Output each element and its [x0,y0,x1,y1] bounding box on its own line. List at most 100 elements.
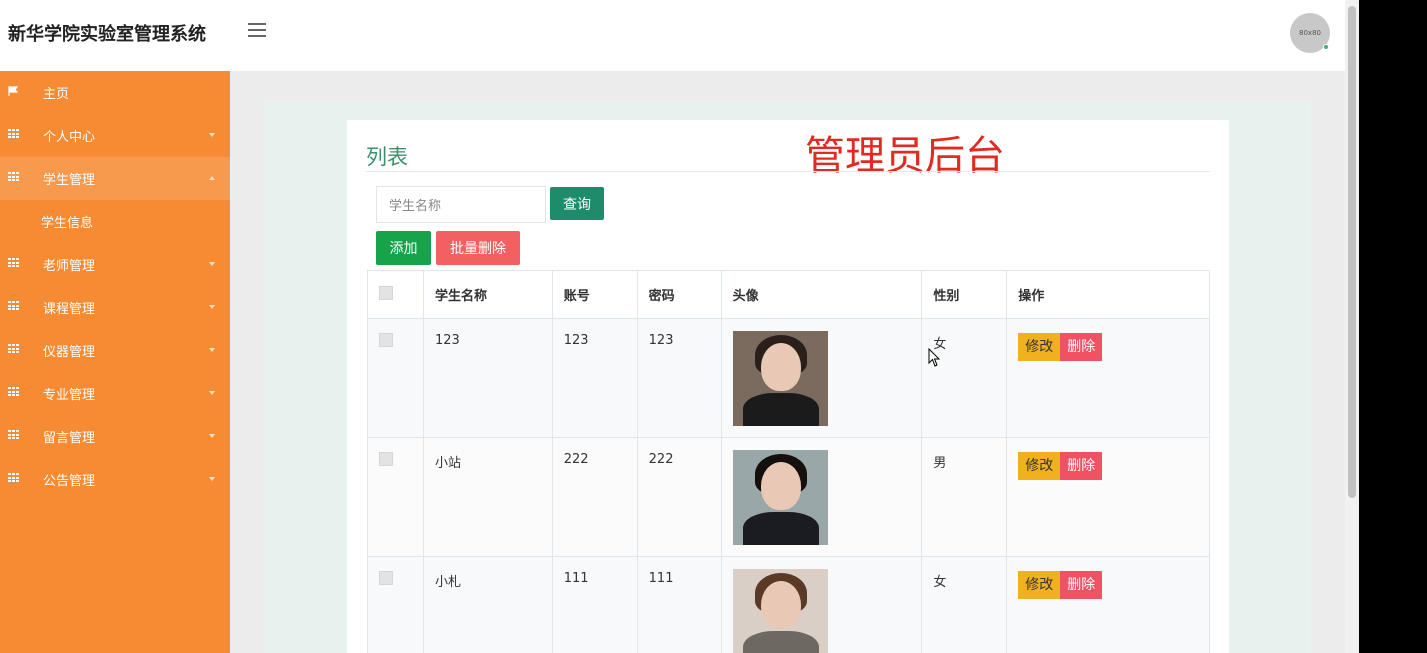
chevron-down-icon [209,305,215,309]
sidebar-item-label: 专业管理 [43,388,96,403]
column-header: 性别 [921,270,1008,319]
account-cell: 123 [551,318,638,438]
delete-button[interactable]: 删除 [1060,452,1103,480]
page-title: 列表 [366,145,408,169]
chevron-down-icon [209,133,215,137]
actions-cell: 修改 删除 [1006,437,1210,557]
grid-icon [8,258,19,268]
grid-icon [8,301,19,311]
edit-button[interactable]: 修改 [1018,452,1061,480]
gender-cell: 男 [921,437,1008,557]
top-header: 新华学院实验室管理系统 80x80 [0,0,1345,71]
query-button[interactable]: 查询 [550,187,604,220]
chevron-down-icon [209,262,215,266]
table-row: 小札 111 111 女 修改 删除 [367,556,1210,653]
avatar-cell [720,318,923,438]
sidebar-item-label: 留言管理 [43,431,96,446]
scrollbar-thumb[interactable] [1348,6,1356,498]
row-checkbox[interactable] [379,333,393,347]
chevron-up-icon [209,176,215,180]
select-all-cell [367,270,424,319]
grid-icon [8,344,19,354]
sidebar-item-student-management[interactable]: 学生管理 [0,157,230,200]
student-avatar-image [732,569,828,653]
sidebar-item-label: 老师管理 [43,259,96,274]
online-status-dot [1323,44,1329,50]
grid-icon [8,387,19,397]
password-cell: 123 [636,318,722,438]
password-cell: 111 [636,556,722,653]
gender-cell: 女 [921,318,1008,438]
sidebar-item-instrument-management[interactable]: 仪器管理 [0,329,230,372]
row-select-cell [367,318,424,438]
student-avatar-image [732,450,828,545]
divider [366,171,1210,172]
sidebar-item-label: 课程管理 [43,302,96,317]
edit-button[interactable]: 修改 [1018,333,1061,361]
add-button[interactable]: 添加 [376,231,431,265]
list-card: 列表 管理员后台 学生名称 查询 添加 批量删除 学生名称 账号 密码 头像 性… [347,120,1229,653]
student-table: 学生名称 账号 密码 头像 性别 操作 123 123 123 女 修改 删除 … [367,270,1210,653]
row-checkbox[interactable] [379,571,393,585]
menu-toggle-icon[interactable] [248,23,266,37]
student-name-cell: 123 [422,318,553,438]
sidebar-item-label: 公告管理 [43,474,96,489]
admin-watermark: 管理员后台 [805,133,1005,179]
screen-edge [1359,0,1427,653]
student-name-search-input[interactable]: 学生名称 [376,186,546,223]
table-row: 小站 222 222 男 修改 删除 [367,437,1210,557]
chevron-down-icon [209,391,215,395]
grid-icon [8,172,19,182]
column-header: 学生名称 [422,270,553,319]
sidebar-item-label: 个人中心 [43,130,96,145]
student-name-cell: 小札 [422,556,553,653]
row-checkbox[interactable] [379,452,393,466]
table-row: 123 123 123 女 修改 删除 [367,318,1210,438]
sidebar-item-course-management[interactable]: 课程管理 [0,286,230,329]
sidebar-subitem-student-info[interactable]: 学生信息 [0,200,230,243]
row-select-cell [367,556,424,653]
vertical-scrollbar[interactable] [1345,0,1359,653]
actions-cell: 修改 删除 [1006,318,1210,438]
column-header: 密码 [636,270,722,319]
account-cell: 222 [551,437,638,557]
delete-button[interactable]: 删除 [1060,333,1103,361]
sidebar-item-major-management[interactable]: 专业管理 [0,372,230,415]
sidebar-item-label: 学生管理 [43,173,96,188]
grid-icon [8,430,19,440]
student-name-cell: 小站 [422,437,553,557]
app-window: 新华学院实验室管理系统 80x80 主页 个人中心 学生管理 学生信息 老师管理 [0,0,1345,653]
grid-icon [8,473,19,483]
actions-cell: 修改 删除 [1006,556,1210,653]
edit-button[interactable]: 修改 [1018,571,1061,599]
password-cell: 222 [636,437,722,557]
column-header: 头像 [720,270,923,319]
account-cell: 111 [551,556,638,653]
sidebar-item-label: 主页 [43,87,70,102]
sidebar: 主页 个人中心 学生管理 学生信息 老师管理 课程管理 仪器管理 专业管理 留言… [0,71,230,653]
flag-icon [8,86,19,96]
avatar[interactable]: 80x80 [1290,13,1330,53]
table-header-row: 学生名称 账号 密码 头像 性别 操作 [367,270,1210,319]
student-avatar-image [732,331,828,426]
column-header: 账号 [551,270,638,319]
app-title: 新华学院实验室管理系统 [8,24,206,45]
sidebar-item-notice-management[interactable]: 公告管理 [0,458,230,501]
row-select-cell [367,437,424,557]
grid-icon [8,129,19,139]
sidebar-item-label: 仪器管理 [43,345,96,360]
gender-cell: 女 [921,556,1008,653]
sidebar-item-teacher-management[interactable]: 老师管理 [0,243,230,286]
column-header: 操作 [1006,270,1210,319]
sidebar-item-home[interactable]: 主页 [0,71,230,114]
chevron-down-icon [209,434,215,438]
chevron-down-icon [209,348,215,352]
sidebar-item-message-management[interactable]: 留言管理 [0,415,230,458]
select-all-checkbox[interactable] [379,285,393,300]
chevron-down-icon [209,477,215,481]
delete-button[interactable]: 删除 [1060,571,1103,599]
avatar-cell [720,437,923,557]
mouse-cursor-icon [928,348,941,367]
batch-delete-button[interactable]: 批量删除 [436,231,520,265]
sidebar-item-personal-center[interactable]: 个人中心 [0,114,230,157]
